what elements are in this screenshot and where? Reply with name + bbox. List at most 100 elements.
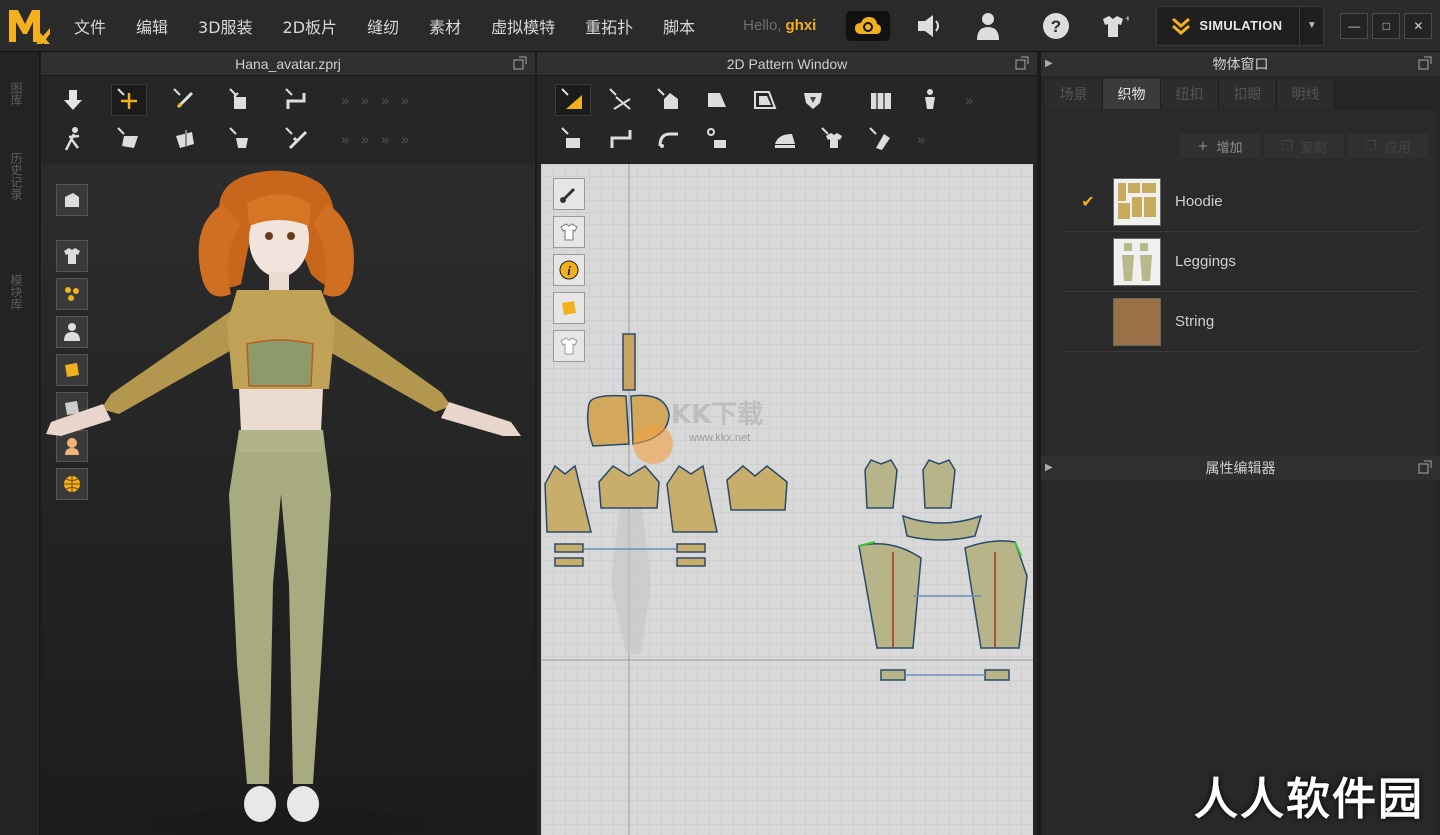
toolbar-overflow-icon[interactable]: » bbox=[959, 85, 979, 115]
fabric-list: ✔ Hoodie Leggings String bbox=[1063, 172, 1419, 352]
menu-sewing[interactable]: 缝纫 bbox=[351, 14, 413, 38]
apply-fabric-button[interactable]: ❐ 应用 bbox=[1348, 134, 1428, 158]
tab-history[interactable]: 历史记录 bbox=[8, 152, 25, 200]
fabric-list-area: + 增加 ❐ 复制 ❐ 应用 ✔ Hoodie Leggings String bbox=[1045, 110, 1436, 500]
plus-icon: + bbox=[1197, 138, 1209, 154]
add-fabric-label: 增加 bbox=[1216, 140, 1243, 156]
popout-icon[interactable] bbox=[1015, 56, 1029, 70]
minimize-icon[interactable]: — bbox=[1340, 12, 1369, 39]
fabric-name: String bbox=[1175, 313, 1215, 330]
segment-sewing-icon[interactable] bbox=[603, 123, 639, 155]
svg-text:+: + bbox=[1125, 14, 1129, 25]
toolbar-overflow-icon[interactable]: » bbox=[395, 85, 415, 115]
toolbar-overflow-icon[interactable]: » bbox=[355, 124, 375, 154]
2d-pattern-viewport[interactable]: i KK下载 www.kkx.net bbox=[541, 164, 1033, 835]
tab-scene[interactable]: 场景 bbox=[1045, 79, 1103, 109]
measure-icon[interactable] bbox=[863, 123, 899, 155]
3d-window: Hana_avatar.zprj » » » » » » » » bbox=[41, 52, 535, 835]
cloud-button[interactable] bbox=[846, 10, 891, 41]
menu-3d-garment[interactable]: 3D服装 bbox=[182, 14, 267, 38]
fabric-swatch-string bbox=[1113, 297, 1161, 346]
avatar-arrange-icon[interactable] bbox=[911, 84, 947, 116]
object-window-tabs: 场景 织物 纽扣 扣眼 明线 bbox=[1045, 79, 1335, 109]
dart-tool-icon[interactable] bbox=[795, 84, 831, 116]
garment-fit-icon[interactable] bbox=[815, 123, 851, 155]
3d-window-title-bar: Hana_avatar.zprj bbox=[41, 52, 535, 76]
close-icon[interactable]: ✕ bbox=[1404, 12, 1433, 39]
bottom-watermark: 人人软件园 bbox=[1194, 774, 1424, 825]
main-menu: 文件 编辑 3D服装 2D板片 缝纫 素材 虚拟模特 重拓扑 脚本 bbox=[58, 0, 709, 52]
3d-toolbar-row-2: » » » » bbox=[41, 120, 535, 158]
menu-script[interactable]: 脚本 bbox=[647, 14, 709, 38]
avatar-model[interactable] bbox=[41, 164, 535, 835]
help-icon[interactable]: ? bbox=[1036, 6, 1076, 46]
marvelous-designer-logo-icon[interactable] bbox=[0, 0, 58, 52]
cut-garment-icon[interactable] bbox=[223, 123, 259, 155]
username[interactable]: ghxi bbox=[786, 17, 817, 34]
toolbar-overflow-icon[interactable]: » bbox=[355, 85, 375, 115]
download-icon[interactable] bbox=[55, 84, 91, 116]
edit-curve-icon[interactable] bbox=[279, 84, 315, 116]
3d-viewport[interactable] bbox=[41, 164, 535, 835]
add-garment-icon[interactable]: + bbox=[1094, 6, 1134, 46]
user-profile-icon[interactable] bbox=[968, 6, 1008, 46]
toolbar-overflow-icon[interactable]: » bbox=[335, 85, 355, 115]
tab-fabric[interactable]: 织物 bbox=[1103, 79, 1161, 109]
fold-pattern-icon[interactable] bbox=[223, 84, 259, 116]
toolbar-overflow-icon[interactable]: » bbox=[335, 124, 355, 154]
fabric-item-leggings[interactable]: Leggings bbox=[1063, 232, 1419, 292]
transform-icon[interactable] bbox=[111, 84, 147, 116]
menu-retopology[interactable]: 重拓扑 bbox=[569, 14, 647, 38]
menu-2d-pattern[interactable]: 2D板片 bbox=[267, 14, 352, 38]
tack-sewing-icon[interactable] bbox=[699, 123, 735, 155]
select-mesh-icon[interactable] bbox=[111, 123, 147, 155]
popout-icon[interactable] bbox=[1418, 56, 1432, 70]
menu-materials[interactable]: 素材 bbox=[413, 14, 475, 38]
copy-icon: ❐ bbox=[1281, 138, 1293, 154]
popout-icon[interactable] bbox=[513, 56, 527, 70]
pattern-pieces[interactable] bbox=[541, 164, 1033, 835]
toolbar-overflow-icon[interactable]: » bbox=[911, 124, 931, 154]
toolbar-overflow-icon[interactable]: » bbox=[375, 124, 395, 154]
2d-window-title: 2D Pattern Window bbox=[726, 55, 848, 72]
simulation-label: SIMULATION bbox=[1199, 18, 1283, 33]
tab-modules[interactable]: 模块库 bbox=[8, 274, 25, 310]
fabric-actions: + 增加 ❐ 复制 ❐ 应用 bbox=[1180, 134, 1428, 158]
tab-buttonholes[interactable]: 扣眼 bbox=[1219, 79, 1277, 109]
watermark-url: www.kkx.net bbox=[689, 432, 751, 444]
edit-sewing-icon[interactable] bbox=[555, 123, 591, 155]
toolbar-overflow-icon[interactable]: » bbox=[395, 124, 415, 154]
polygon-tool-icon[interactable] bbox=[555, 84, 591, 116]
popout-icon[interactable] bbox=[1418, 460, 1432, 474]
internal-rectangle-icon[interactable] bbox=[747, 84, 783, 116]
right-panel: 物体窗口 ▶ 场景 织物 纽扣 扣眼 明线 + 增加 ❐ 复制 ❐ 应用 ✔ H… bbox=[1041, 52, 1440, 835]
free-sewing-icon[interactable] bbox=[651, 123, 687, 155]
measure-garment-icon[interactable] bbox=[279, 123, 315, 155]
collapse-arrow-icon[interactable]: ▶ bbox=[1045, 58, 1053, 69]
menu-avatar[interactable]: 虚拟模特 bbox=[475, 14, 569, 38]
pin-mesh-icon[interactable] bbox=[167, 123, 203, 155]
rectangle-tool-icon[interactable] bbox=[699, 84, 735, 116]
iron-icon[interactable] bbox=[767, 123, 803, 155]
toolbar-overflow-icon[interactable]: » bbox=[375, 85, 395, 115]
simulation-dropdown-icon[interactable]: ▼ bbox=[1299, 6, 1323, 45]
tab-buttons[interactable]: 纽扣 bbox=[1161, 79, 1219, 109]
tab-topstitch[interactable]: 明线 bbox=[1277, 79, 1335, 109]
add-point-icon[interactable] bbox=[651, 84, 687, 116]
fabric-item-string[interactable]: String bbox=[1063, 292, 1419, 352]
menu-file[interactable]: 文件 bbox=[58, 14, 120, 38]
speaker-icon[interactable] bbox=[910, 6, 950, 46]
copy-fabric-button[interactable]: ❐ 复制 bbox=[1264, 134, 1344, 158]
tab-library[interactable]: 图库 bbox=[8, 82, 25, 106]
segment-tool-icon[interactable] bbox=[863, 84, 899, 116]
cloud-icon bbox=[855, 16, 882, 34]
avatar-pose-icon[interactable] bbox=[55, 123, 91, 155]
maximize-icon[interactable]: □ bbox=[1372, 12, 1401, 39]
collapse-arrow-icon[interactable]: ▶ bbox=[1045, 462, 1053, 473]
fabric-item-hoodie[interactable]: ✔ Hoodie bbox=[1063, 172, 1419, 232]
edit-point-icon[interactable] bbox=[603, 84, 639, 116]
simulation-button[interactable]: SIMULATION ▼ bbox=[1156, 5, 1325, 46]
menu-edit[interactable]: 编辑 bbox=[120, 14, 182, 38]
add-fabric-button[interactable]: + 增加 bbox=[1180, 134, 1260, 158]
edit-pattern-icon[interactable] bbox=[167, 84, 203, 116]
